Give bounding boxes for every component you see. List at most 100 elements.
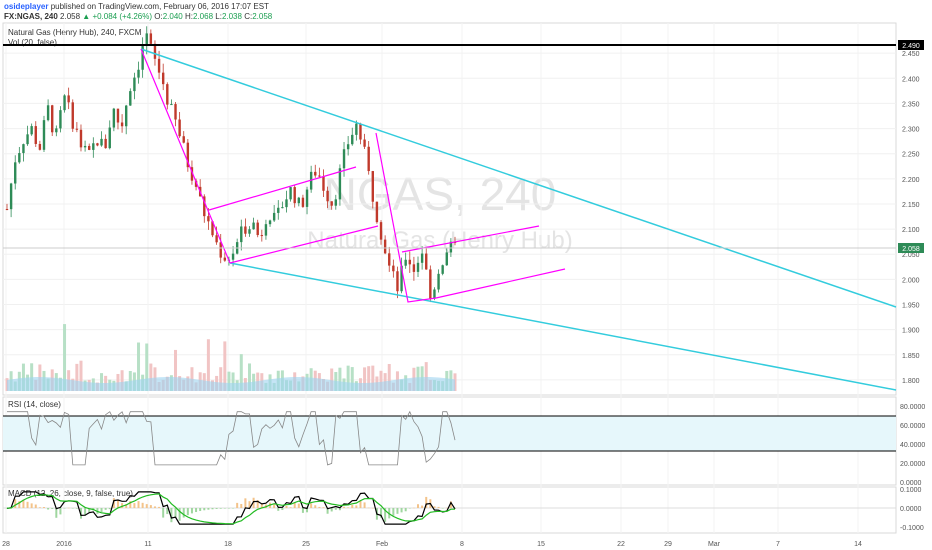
macd-tick: -0.1000: [900, 525, 924, 532]
macd-tick: 0.1000: [900, 487, 922, 494]
macd-hist-bar: [363, 502, 366, 508]
macd-hist-bar: [437, 506, 440, 508]
candle-body: [396, 271, 399, 292]
macd-hist-bar: [137, 501, 140, 508]
macd-hist-bar: [244, 498, 247, 508]
grid-lines: [3, 23, 896, 533]
candle-body: [170, 104, 173, 106]
candle-body: [272, 212, 276, 221]
candle-body: [231, 253, 235, 260]
macd-hist-bar: [38, 507, 41, 508]
candle-body: [425, 253, 428, 270]
price-tick: 2.200: [902, 177, 920, 184]
rsi-axis: 80.0000 60.0000 40.0000 20.0000 0.0000: [900, 404, 925, 487]
candle-body: [26, 134, 29, 145]
time-tick: 11: [144, 541, 151, 548]
candle-body: [75, 128, 79, 130]
channel-lower-line[interactable]: [229, 262, 897, 391]
macd-title: MACD (12, 26, close, 9, false, true): [8, 489, 133, 498]
candle-body: [252, 222, 255, 230]
candle-body: [104, 138, 107, 149]
candle-body: [112, 108, 116, 128]
rsi-tick: 40.0000: [900, 442, 925, 449]
candle-body: [342, 149, 346, 169]
last-price-label: 2.058: [902, 246, 920, 253]
watermark-name: Natural Gas (Henry Hub): [307, 227, 572, 254]
candle-body: [9, 183, 13, 210]
rsi-band: [3, 416, 896, 451]
price-axis[interactable]: 2.450 2.400 2.350 2.300 2.250 2.200 2.150 2.100…: [902, 51, 920, 385]
candle-body: [334, 199, 338, 206]
macd-hist-bar: [141, 502, 144, 508]
candle-body: [215, 235, 218, 243]
price-tick: 2.450: [902, 51, 920, 58]
macd-hist-bar: [396, 508, 399, 514]
candle-body: [260, 235, 264, 237]
macd-hist-bar: [445, 507, 448, 509]
macd-hist-bar: [273, 504, 276, 508]
flag-lower-2[interactable]: [435, 268, 566, 299]
macd-hist-bar: [100, 508, 103, 513]
macd-hist-bar: [367, 507, 370, 509]
macd-hist-bar: [322, 507, 325, 508]
candle-body: [301, 197, 305, 207]
macd-hist-bar: [297, 503, 300, 508]
price-tick: 1.850: [902, 353, 920, 360]
macd-hist-bar: [149, 505, 152, 508]
macd-hist-bar: [314, 505, 317, 508]
candle-body: [38, 143, 42, 150]
macd-hist-bar: [236, 502, 239, 508]
candle-body: [445, 252, 448, 266]
candle-body: [367, 146, 370, 172]
price-tick: 2.400: [902, 76, 920, 83]
macd-hist-bar: [404, 508, 407, 512]
price-tick: 2.050: [902, 252, 920, 259]
chart-canvas[interactable]: NGAS, 240 Natural Gas (Henry Hub) Natura…: [0, 0, 932, 550]
candle-body: [178, 119, 181, 137]
candle-body: [297, 197, 301, 204]
time-tick: 7: [776, 541, 780, 548]
candle-body: [14, 162, 17, 184]
main-pane-title: Natural Gas (Henry Hub), 240, FXCM: [8, 28, 142, 37]
macd-hist-bar: [392, 508, 395, 516]
price-tick: 2.100: [902, 227, 920, 234]
price-tick: 2.350: [902, 101, 920, 108]
candle-body: [305, 189, 309, 207]
candle-body: [30, 126, 33, 135]
time-tick: 29: [664, 541, 672, 548]
candle-body: [322, 176, 325, 191]
macd-hist-bar: [330, 508, 333, 512]
signal-line: [6, 493, 455, 525]
macd-hist-bar: [355, 505, 358, 508]
price-tick: 2.300: [902, 127, 920, 134]
macd-hist-bar: [133, 503, 136, 508]
macd-hist-bar: [421, 505, 424, 508]
pattern-impulse-1[interactable]: [140, 48, 231, 264]
candle-body: [248, 229, 251, 234]
time-axis[interactable]: 28 2016 11 18 25 Feb 8 15 22 29 Mar 7 14: [2, 541, 862, 548]
candle-body: [67, 95, 70, 103]
macd-hist-bar: [347, 507, 350, 508]
candle-body: [182, 136, 185, 143]
candle-body: [42, 120, 46, 150]
price-tick: 2.150: [902, 202, 920, 209]
macd-hist-bar: [338, 508, 341, 511]
macd-hist-bar: [215, 508, 218, 509]
resistance-label: 2.490: [902, 43, 920, 50]
macd-hist-bar: [301, 508, 304, 513]
macd-axis: 0.1000 0.0000 -0.1000: [900, 487, 924, 532]
candle-body: [264, 224, 268, 236]
time-tick: Mar: [708, 541, 721, 548]
rsi-tick: 80.0000: [900, 404, 925, 411]
candle-body: [441, 265, 444, 274]
macd-hist-bar: [400, 508, 403, 513]
candle-body: [359, 123, 362, 140]
candle-body: [129, 91, 132, 106]
macd-hist-bar: [441, 508, 444, 509]
candle-body: [330, 201, 333, 206]
candle-body: [293, 187, 296, 204]
macd-hist-bar: [211, 508, 214, 510]
macd-hist-bar: [47, 508, 50, 510]
candle-body: [314, 171, 317, 176]
macd-hist-bar: [343, 506, 346, 508]
